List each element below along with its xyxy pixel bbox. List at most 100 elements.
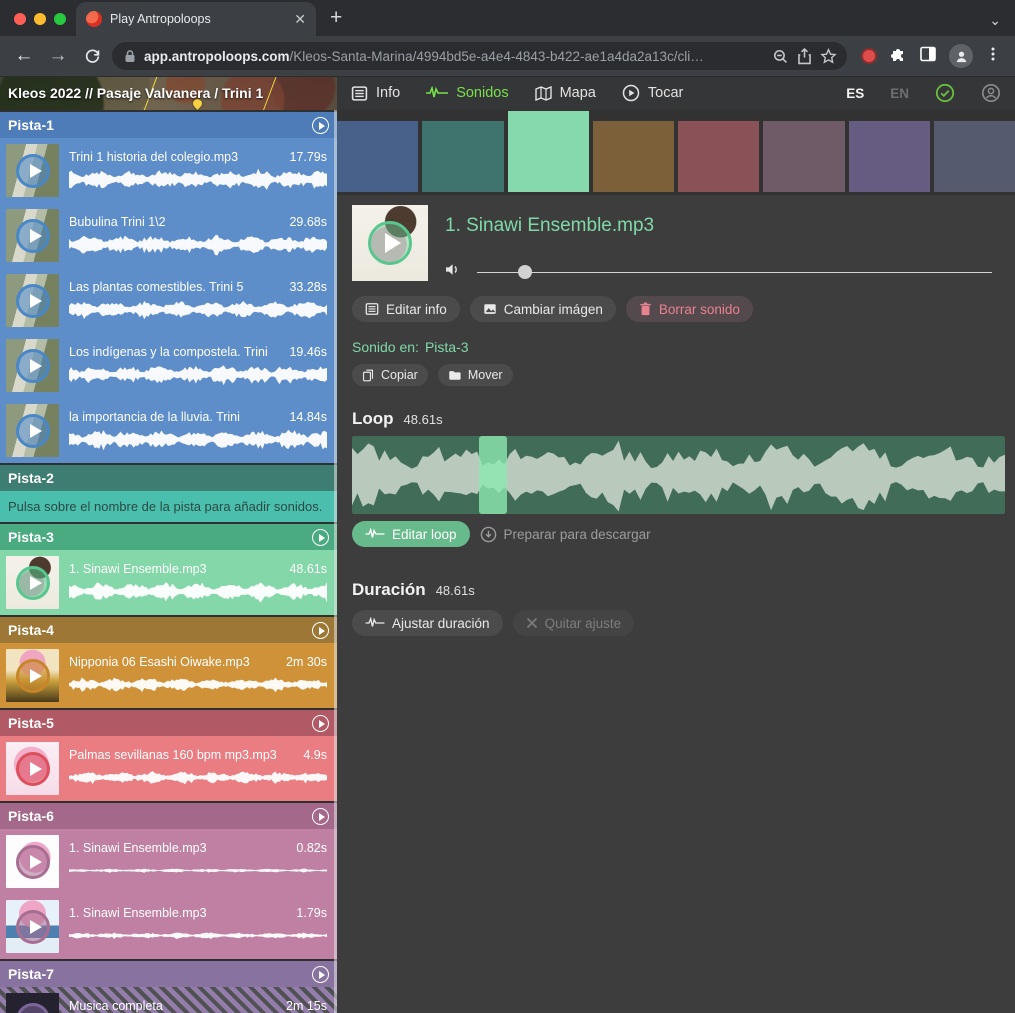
track-color-swatch[interactable]: [678, 121, 759, 192]
clip-play-icon[interactable]: [16, 349, 50, 383]
lang-es-button[interactable]: ES: [846, 86, 864, 101]
track-color-swatch[interactable]: [422, 121, 503, 192]
clip-thumbnail[interactable]: [6, 900, 59, 953]
track-header[interactable]: Pista-3: [0, 524, 337, 550]
track-play-icon[interactable]: [312, 808, 329, 825]
back-button[interactable]: ←: [10, 42, 38, 70]
loop-playhead[interactable]: [479, 436, 507, 514]
share-icon[interactable]: [797, 48, 812, 65]
tab-sonidos[interactable]: Sonidos: [426, 85, 508, 101]
clip-item[interactable]: Nipponia 06 Esashi Oiwake.mp32m 30s: [0, 643, 337, 708]
sidebar-scrollbar[interactable]: [334, 110, 337, 1013]
sound-in-track-link[interactable]: Pista-3: [425, 339, 469, 355]
clip-play-icon[interactable]: [16, 154, 50, 188]
edit-info-button[interactable]: Editar info: [352, 296, 460, 322]
zoom-page-icon[interactable]: [772, 48, 789, 65]
clip-item[interactable]: Bubulina Trini 1\229.68s: [0, 203, 337, 268]
adjust-duration-button[interactable]: Ajustar duración: [352, 610, 503, 636]
track-color-swatch[interactable]: [934, 121, 1015, 192]
clip-thumbnail[interactable]: [6, 209, 59, 262]
track-header[interactable]: Pista-4: [0, 617, 337, 643]
clip-thumbnail[interactable]: [6, 835, 59, 888]
bookmark-star-icon[interactable]: [820, 48, 837, 65]
side-panel-icon[interactable]: [919, 45, 937, 68]
clip-item[interactable]: Las plantas comestibles. Trini 533.28s: [0, 268, 337, 333]
clip-thumbnail[interactable]: [6, 339, 59, 392]
tab-close-icon[interactable]: ✕: [294, 12, 306, 26]
track-play-icon[interactable]: [312, 622, 329, 639]
clip-play-icon[interactable]: [16, 910, 50, 944]
track-play-icon[interactable]: [312, 529, 329, 546]
track-play-icon[interactable]: [312, 966, 329, 983]
prepare-download-button[interactable]: Preparar para descargar: [480, 526, 651, 543]
extensions-puzzle-icon[interactable]: [889, 45, 907, 68]
browser-tab[interactable]: Play Antropoloops ✕: [76, 2, 316, 36]
sound-play-icon[interactable]: [368, 221, 412, 265]
breadcrumb[interactable]: Kleos 2022 // Pasaje Valvanera / Trini 1: [8, 85, 263, 101]
clip-thumbnail[interactable]: [6, 144, 59, 197]
remove-adjust-button[interactable]: Quitar ajuste: [513, 610, 635, 636]
address-bar[interactable]: app.antropoloops.com/Kleos-Santa-Marina/…: [112, 42, 847, 70]
loop-waveform-panel[interactable]: [352, 436, 1005, 514]
change-image-button[interactable]: Cambiar imágen: [470, 296, 616, 322]
track-color-swatch[interactable]: [763, 121, 844, 192]
volume-slider[interactable]: [477, 265, 992, 279]
clip-item-selected[interactable]: 1. Sinawi Ensemble.mp348.61s: [0, 550, 337, 615]
tab-search-chevron-icon[interactable]: ⌄: [989, 12, 1001, 29]
clip-item[interactable]: Palmas sevillanas 160 bpm mp3.mp34.9s: [0, 736, 337, 801]
move-button[interactable]: Mover: [438, 364, 513, 386]
clip-play-icon[interactable]: [16, 284, 50, 318]
zoom-window-button[interactable]: [54, 13, 66, 25]
clip-play-icon[interactable]: [16, 659, 50, 693]
clip-item[interactable]: la importancia de la lluvia. Trini14.84s: [0, 398, 337, 463]
clip-item[interactable]: Musica completa2m 15s: [0, 987, 337, 1013]
account-icon[interactable]: [981, 83, 1001, 103]
clip-item[interactable]: Trini 1 historia del colegio.mp317.79s: [0, 138, 337, 203]
edit-loop-button[interactable]: Editar loop: [352, 521, 470, 547]
volume-slider-knob[interactable]: [518, 265, 532, 279]
clip-item[interactable]: 1. Sinawi Ensemble.mp30.82s: [0, 829, 337, 894]
track-header[interactable]: Pista-5: [0, 710, 337, 736]
clip-item[interactable]: 1. Sinawi Ensemble.mp31.79s: [0, 894, 337, 959]
clip-thumbnail[interactable]: [6, 404, 59, 457]
close-window-button[interactable]: [14, 13, 26, 25]
map-thumbnail-header[interactable]: Kleos 2022 // Pasaje Valvanera / Trini 1: [0, 77, 337, 111]
clip-item[interactable]: Los indígenas y la compostela. Trini19.4…: [0, 333, 337, 398]
profile-avatar[interactable]: [949, 44, 973, 68]
delete-sound-button[interactable]: Borrar sonido: [626, 296, 753, 322]
track-color-swatch[interactable]: [337, 121, 418, 192]
tab-info[interactable]: Info: [351, 85, 400, 102]
track-color-swatch[interactable]: [593, 121, 674, 192]
clip-play-icon[interactable]: [16, 752, 50, 786]
clip-thumbnail[interactable]: [6, 993, 59, 1013]
forward-button[interactable]: →: [44, 42, 72, 70]
clip-thumbnail[interactable]: [6, 742, 59, 795]
new-tab-button[interactable]: +: [330, 6, 342, 30]
track-color-swatch[interactable]: [849, 121, 930, 192]
clip-thumbnail[interactable]: [6, 274, 59, 327]
lang-en-button[interactable]: EN: [890, 86, 909, 101]
track-play-icon[interactable]: [312, 117, 329, 134]
clip-play-icon[interactable]: [16, 219, 50, 253]
tab-tocar[interactable]: Tocar: [622, 84, 683, 102]
recording-extension-icon[interactable]: [861, 48, 877, 64]
clip-thumbnail[interactable]: [6, 556, 59, 609]
track-play-icon[interactable]: [312, 715, 329, 732]
track-header[interactable]: Pista-1: [0, 112, 337, 138]
clip-thumbnail[interactable]: [6, 649, 59, 702]
track-header[interactable]: Pista-2: [0, 465, 337, 491]
track-header[interactable]: Pista-7: [0, 961, 337, 987]
track-header[interactable]: Pista-6: [0, 803, 337, 829]
browser-menu-icon[interactable]: [985, 46, 1001, 67]
clip-play-icon[interactable]: [16, 845, 50, 879]
track-color-swatch-selected[interactable]: [508, 111, 589, 192]
copy-button[interactable]: Copiar: [352, 364, 428, 386]
clip-play-icon[interactable]: [16, 414, 50, 448]
sound-thumbnail[interactable]: [352, 205, 428, 281]
clip-play-icon[interactable]: [16, 566, 50, 600]
clip-play-icon[interactable]: [16, 1003, 50, 1013]
minimize-window-button[interactable]: [34, 13, 46, 25]
clip-name: Los indígenas y la compostela. Trini: [69, 345, 281, 359]
reload-button[interactable]: [78, 42, 106, 70]
tab-mapa[interactable]: Mapa: [535, 85, 596, 101]
